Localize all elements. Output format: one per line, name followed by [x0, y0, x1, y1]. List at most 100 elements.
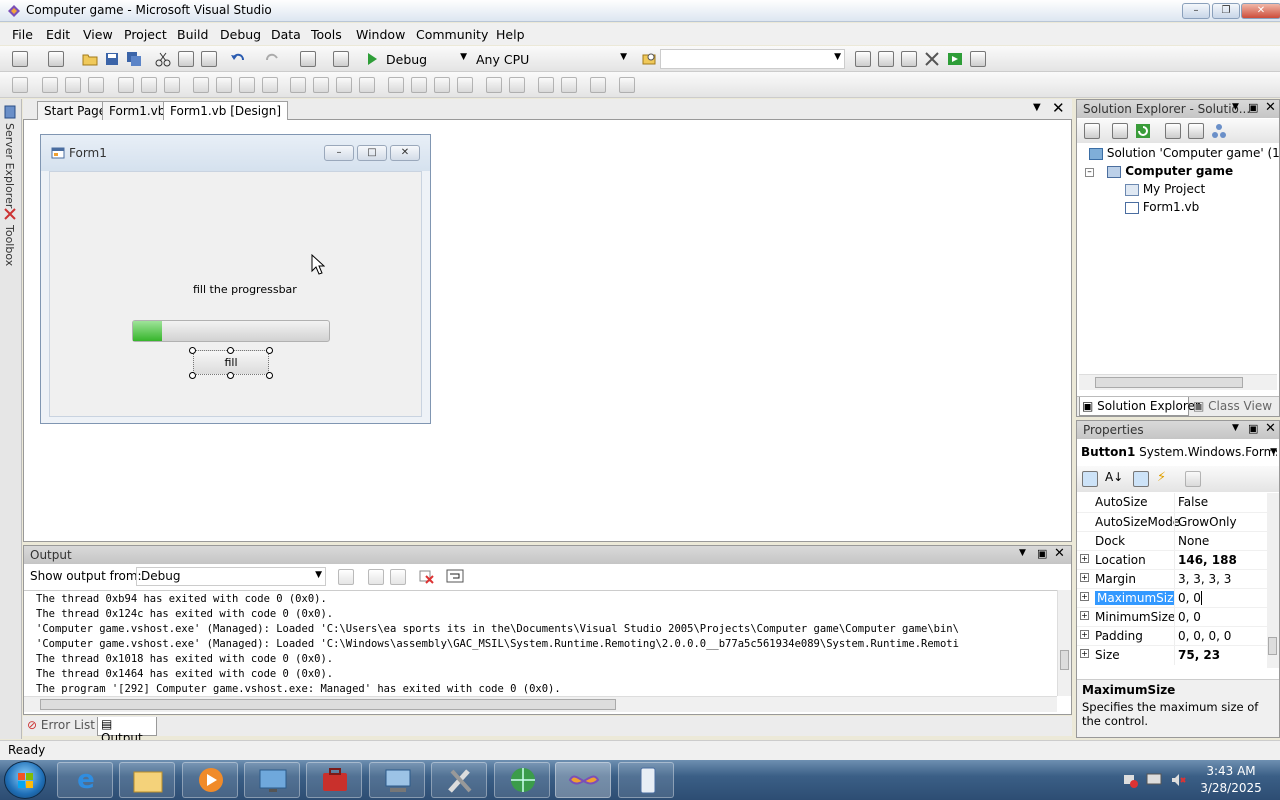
cut-icon[interactable] [155, 51, 171, 67]
property-value[interactable]: 0, 0 [1178, 591, 1202, 605]
paste-icon[interactable] [201, 51, 217, 67]
property-value[interactable]: None [1178, 534, 1209, 548]
properties-close-icon[interactable]: ✕ [1265, 421, 1276, 436]
start-button[interactable] [4, 761, 46, 799]
property-row[interactable]: AutoSizeMode GrowOnly [1077, 512, 1267, 532]
resize-handle-sw[interactable] [189, 372, 196, 379]
categorized-icon[interactable] [1082, 471, 1098, 487]
solution-explorer-dropdown-icon[interactable]: ▼ [1232, 102, 1239, 112]
property-row[interactable]: + Size 75, 23 [1077, 645, 1267, 665]
taskbar-globe-app[interactable] [494, 762, 550, 798]
solution-configuration-combo[interactable]: Debug ▼ [381, 49, 471, 69]
menu-file[interactable]: File [12, 27, 33, 42]
property-value[interactable]: 0, 0, 0, 0 [1178, 629, 1231, 643]
decrease-v-spacing-icon[interactable] [434, 77, 450, 93]
minimize-button[interactable]: – [1182, 3, 1210, 19]
tab-form1-vb[interactable]: Form1.vb [102, 101, 173, 120]
align-lefts-icon[interactable] [42, 77, 58, 93]
tab-class-view[interactable]: ▣ Class View [1193, 399, 1272, 413]
find-message-icon[interactable] [338, 569, 354, 585]
menu-edit[interactable]: Edit [46, 27, 70, 42]
taskbar-media-player[interactable] [182, 762, 238, 798]
monitor-tray-icon[interactable] [1146, 772, 1162, 788]
output-dropdown-icon[interactable]: ▼ [1019, 548, 1026, 558]
center-vertically-icon[interactable] [509, 77, 525, 93]
property-value[interactable]: 3, 3, 3, 3 [1178, 572, 1231, 586]
events-icon[interactable]: ⚡ [1157, 470, 1166, 485]
add-item-icon[interactable] [48, 51, 64, 67]
taskbar-internet-explorer[interactable]: e [57, 762, 113, 798]
solution-platform-combo[interactable]: Any CPU ▼ [471, 49, 631, 69]
property-pages-icon[interactable] [1185, 471, 1201, 487]
tab-form1-design[interactable]: Form1.vb [Design] [163, 101, 289, 120]
designer-form[interactable]: Form1 – □ ✕ [40, 134, 431, 424]
start-debugging-icon[interactable] [364, 51, 380, 67]
property-value[interactable]: 0, 0 [1178, 610, 1201, 624]
align-to-grid-icon[interactable] [12, 77, 28, 93]
object-browser-icon[interactable] [901, 51, 917, 67]
solution-explorer-icon[interactable] [855, 51, 871, 67]
save-all-icon[interactable] [126, 51, 142, 67]
properties-window-icon[interactable] [878, 51, 894, 67]
lock-controls-icon[interactable] [590, 77, 606, 93]
tree-collapse-icon[interactable]: – [1085, 168, 1094, 177]
restore-button[interactable]: ❐ [1212, 3, 1240, 19]
close-document-icon[interactable]: ✕ [1052, 99, 1065, 117]
make-same-height-icon[interactable] [216, 77, 232, 93]
expand-icon[interactable]: + [1080, 611, 1089, 620]
taskbar-file-explorer[interactable] [119, 762, 175, 798]
progress-bar[interactable] [132, 320, 330, 342]
remove-h-spacing-icon[interactable] [359, 77, 375, 93]
remove-v-spacing-icon[interactable] [457, 77, 473, 93]
command-window-icon[interactable] [970, 51, 986, 67]
show-all-files-icon[interactable] [1112, 123, 1128, 139]
expand-icon[interactable]: + [1080, 630, 1089, 639]
property-row[interactable]: Dock None [1077, 531, 1267, 551]
horizontal-spacing-icon[interactable] [290, 77, 306, 93]
align-rights-icon[interactable] [88, 77, 104, 93]
property-grid-scroll-thumb[interactable] [1268, 637, 1277, 655]
expand-icon[interactable]: + [1080, 649, 1089, 658]
find-combo[interactable]: ▼ [660, 49, 845, 69]
align-middles-icon[interactable] [141, 77, 157, 93]
decrease-h-spacing-icon[interactable] [336, 77, 352, 93]
property-row[interactable]: + Padding 0, 0, 0, 0 [1077, 626, 1267, 646]
expand-icon[interactable]: + [1080, 592, 1089, 601]
copy-icon[interactable] [178, 51, 194, 67]
next-message-icon[interactable] [390, 569, 406, 585]
start-page-icon[interactable] [947, 51, 963, 67]
properties-pin-icon[interactable]: ▣ [1248, 422, 1258, 435]
solution-hscroll-thumb[interactable] [1095, 377, 1243, 388]
tree-item-form1[interactable]: Form1.vb [1125, 200, 1199, 214]
property-row[interactable]: + Margin 3, 3, 3, 3 [1077, 569, 1267, 589]
menu-debug[interactable]: Debug [220, 27, 261, 42]
word-wrap-icon[interactable] [446, 568, 464, 584]
menu-view[interactable]: View [83, 27, 113, 42]
property-row[interactable]: + Location 146, 188 [1077, 550, 1267, 570]
open-folder-icon[interactable] [82, 51, 98, 67]
close-button[interactable]: ✕ [1241, 3, 1280, 19]
output-pin-icon[interactable]: ▣ [1037, 547, 1047, 560]
taskbar-device-app[interactable] [618, 762, 674, 798]
tab-solution-explorer[interactable]: ▣ Solution Explorer [1079, 397, 1200, 416]
output-horizontal-scrollbar[interactable] [24, 696, 1057, 712]
tab-error-list[interactable]: ⊘ Error List [27, 718, 95, 735]
properties-view-icon[interactable] [1133, 471, 1149, 487]
view-designer-icon[interactable] [1188, 123, 1204, 139]
solution-hscrollbar[interactable] [1079, 374, 1277, 390]
toolbox-tab[interactable]: Toolbox [3, 225, 16, 266]
network-error-tray-icon[interactable] [1122, 772, 1138, 788]
menu-tools[interactable]: Tools [311, 27, 342, 42]
align-bottoms-icon[interactable] [164, 77, 180, 93]
align-centers-icon[interactable] [65, 77, 81, 93]
output-close-icon[interactable]: ✕ [1054, 546, 1065, 561]
tree-project[interactable]: Computer game [1107, 164, 1233, 178]
resize-handle-nw[interactable] [189, 347, 196, 354]
size-to-grid-icon[interactable] [262, 77, 278, 93]
expand-icon[interactable]: + [1080, 554, 1089, 563]
menu-help[interactable]: Help [496, 27, 525, 42]
tree-solution[interactable]: Solution 'Computer game' (1 pro [1089, 146, 1279, 160]
alphabetical-icon[interactable]: A↓ [1105, 470, 1123, 484]
undo-icon[interactable] [230, 51, 246, 67]
navigate-forward-icon[interactable] [333, 51, 349, 67]
